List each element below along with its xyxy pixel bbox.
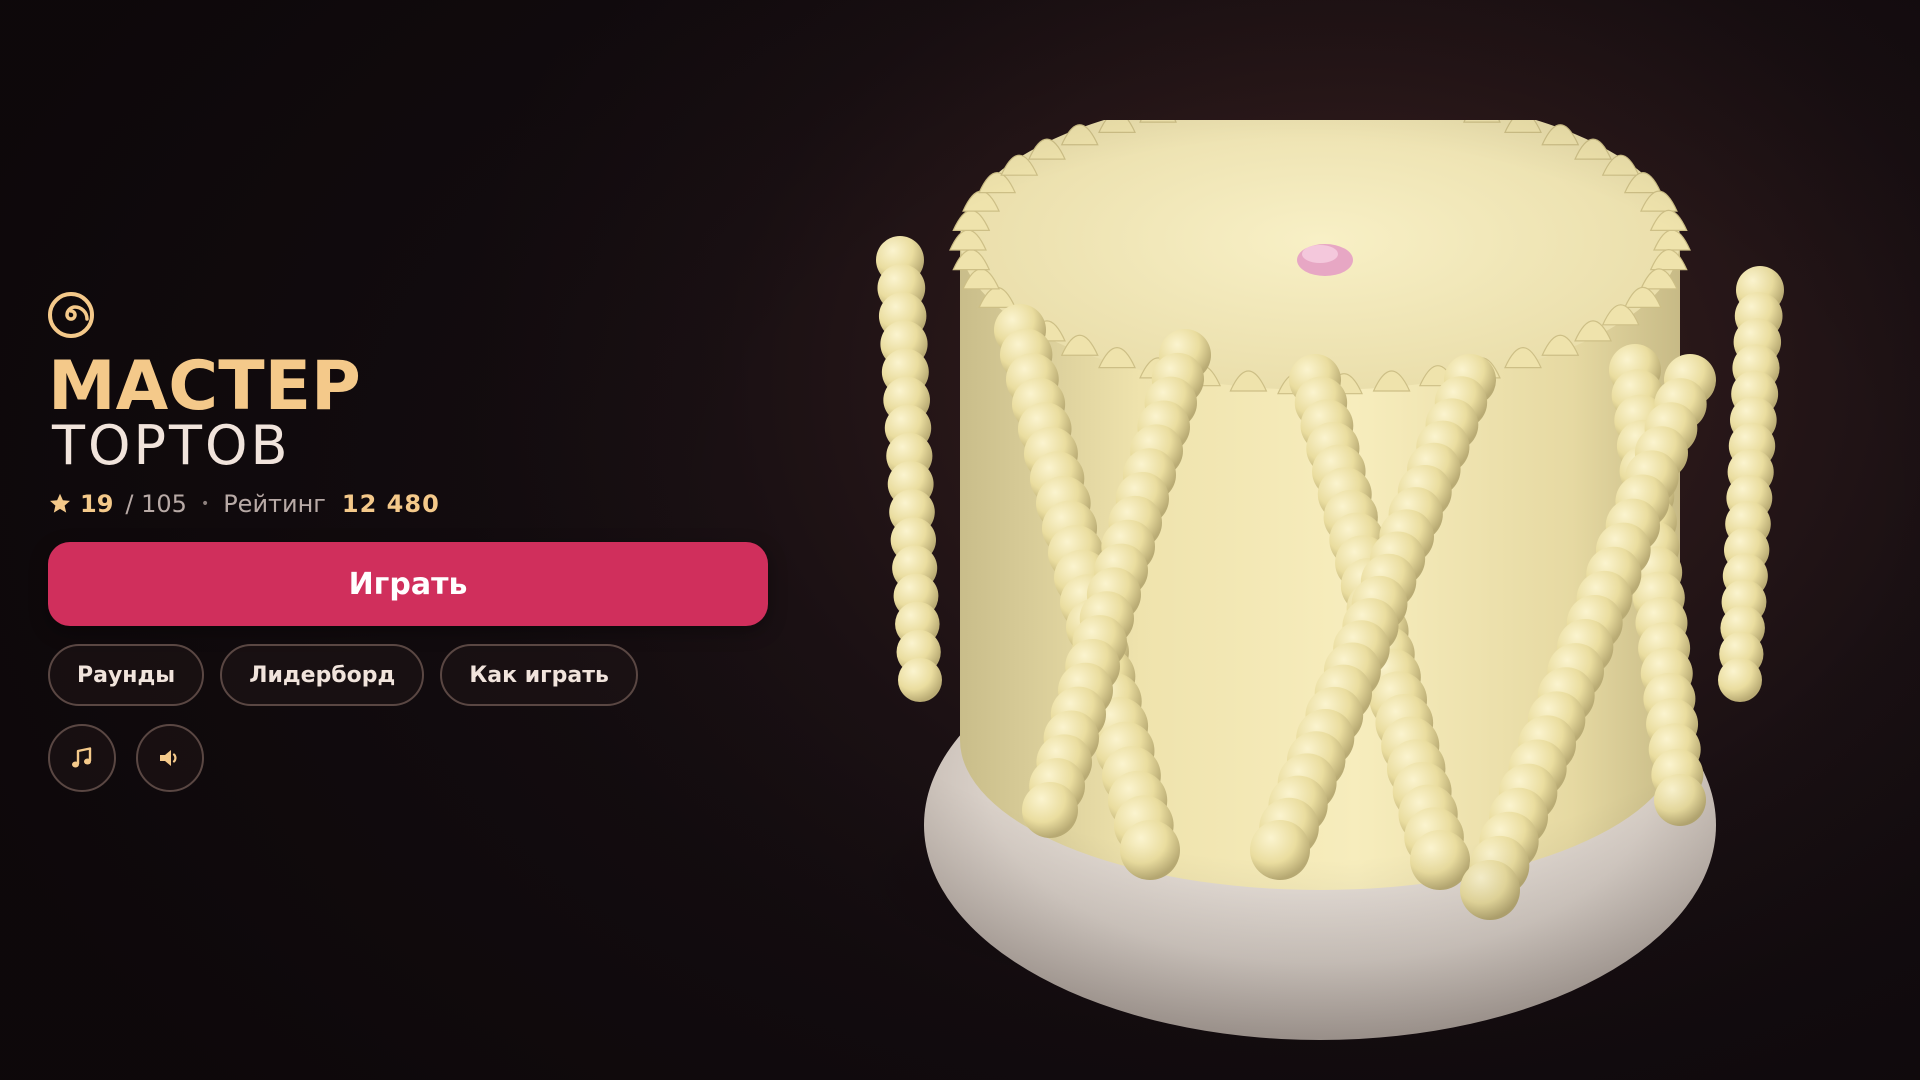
main-menu-panel: МАСТЕР ТОРТОВ 19 / 105 • Рейтинг 12 480 … (48, 292, 768, 792)
speaker-icon (160, 750, 177, 766)
game-title: МАСТЕР (48, 347, 361, 426)
how-to-play-button[interactable]: Как играть (440, 644, 638, 706)
spiral-logo-icon (48, 292, 94, 338)
leaderboard-button[interactable]: Лидерборд (220, 644, 425, 706)
game-subtitle: ТОРТОВ (52, 414, 291, 477)
cake-topping (1297, 244, 1353, 276)
player-stats: 19 / 105 • Рейтинг 12 480 (48, 490, 768, 518)
game-main-menu: МАСТЕР ТОРТОВ 19 / 105 • Рейтинг 12 480 … (0, 0, 1920, 1080)
play-button[interactable]: Играть (48, 542, 768, 626)
stars-collected: 19 (80, 490, 114, 518)
stars-total: / 105 (125, 490, 187, 518)
star-icon (50, 493, 70, 513)
sound-toggle-button[interactable] (136, 724, 204, 792)
music-toggle-button[interactable] (48, 724, 116, 792)
music-note-icon (72, 747, 92, 768)
cake-preview (860, 120, 1800, 1060)
rounds-button[interactable]: Раунды (48, 644, 205, 706)
secondary-actions: Раунды Лидерборд Как играть (48, 644, 768, 706)
rating-value: 12 480 (341, 490, 440, 518)
audio-toggles (48, 724, 768, 792)
rating-label: Рейтинг (223, 490, 326, 518)
stats-separator: • (200, 496, 210, 512)
